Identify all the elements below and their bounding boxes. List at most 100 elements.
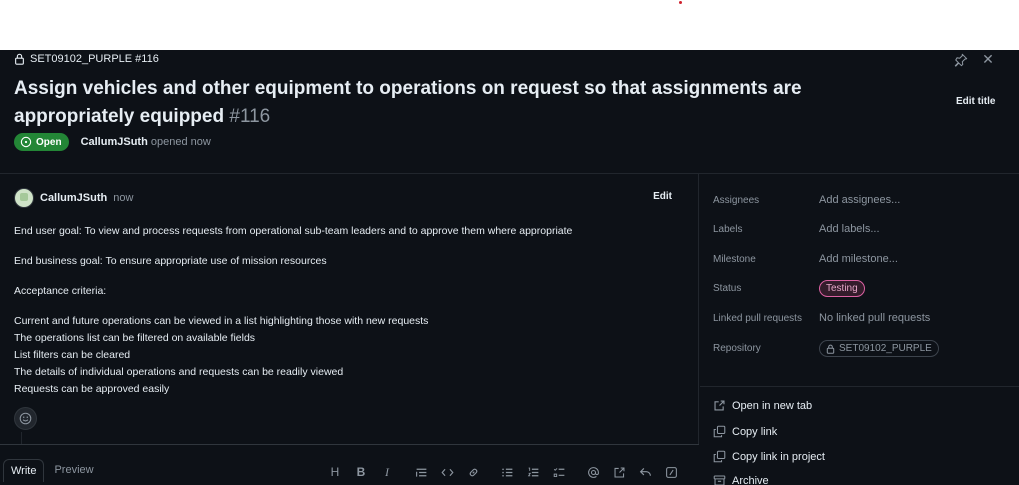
issue-main: CallumJSuth now Edit End user goal: To v…	[0, 174, 699, 485]
issue-panel: SET09102_PURPLE #116 ✕ Assign vehicles a…	[0, 50, 1019, 485]
tab-write[interactable]: Write	[3, 459, 45, 482]
status-field[interactable]: Status Testing	[713, 280, 865, 297]
repository-pill[interactable]: SET09102_PURPLE	[819, 340, 939, 357]
avatar[interactable]	[14, 188, 34, 208]
lock-icon	[826, 344, 835, 354]
repository-field[interactable]: Repository SET09102_PURPLE	[713, 340, 939, 357]
issue-open-icon	[20, 136, 32, 148]
opened-by: CallumJSuth opened now	[81, 136, 211, 148]
sidebar-divider	[700, 386, 1019, 387]
criteria-item: The operations list can be filtered on a…	[14, 332, 256, 344]
issue-author[interactable]: CallumJSuth	[81, 136, 148, 148]
assignees-value[interactable]: Add assignees...	[819, 194, 900, 206]
bulleted-list-icon	[501, 467, 512, 477]
assignees-label: Assignees	[713, 194, 760, 206]
reference-button[interactable]	[606, 464, 632, 480]
copy-link-label: Copy link	[732, 425, 778, 438]
quote-button[interactable]	[408, 464, 434, 480]
body-paragraph: Acceptance criteria:	[14, 285, 107, 297]
status-pill[interactable]: Testing	[819, 280, 865, 297]
archive-icon	[713, 475, 726, 485]
code-button[interactable]	[434, 464, 460, 480]
labels-value[interactable]: Add labels...	[819, 223, 880, 235]
issue-header: SET09102_PURPLE #116 ✕ Assign vehicles a…	[0, 50, 1019, 174]
copy-icon	[713, 425, 726, 438]
indicator-dot	[679, 1, 682, 4]
milestone-value[interactable]: Add milestone...	[819, 253, 898, 265]
repo-reference-text: SET09102_PURPLE #116	[30, 53, 159, 65]
slash-commands-button[interactable]	[658, 464, 684, 480]
external-link-icon	[714, 400, 725, 411]
comment-author[interactable]: CallumJSuth	[40, 192, 107, 204]
numbered-list-button[interactable]	[520, 464, 546, 480]
assignees-field[interactable]: Assignees Add assignees...	[713, 194, 900, 206]
bold-icon: B	[356, 465, 366, 479]
repository-value: SET09102_PURPLE	[839, 343, 932, 354]
bold-button[interactable]: B	[348, 464, 374, 480]
copy-link-in-project-label: Copy link in project	[732, 450, 825, 463]
opened-text: opened now	[150, 136, 211, 148]
lock-icon	[15, 53, 24, 65]
body-paragraph: End user goal: To view and process reque…	[14, 225, 573, 237]
status-label: Status	[713, 283, 742, 294]
add-reaction-button[interactable]	[14, 407, 37, 430]
state-badge: Open	[14, 133, 69, 151]
comment-body: End user goal: To view and process reque…	[14, 223, 684, 398]
quote-icon	[415, 468, 426, 477]
criteria-item: List filters can be cleared	[14, 349, 131, 361]
editor-tabs: Write Preview	[0, 459, 104, 482]
close-icon[interactable]: ✕	[981, 52, 995, 66]
criteria-item: The details of individual operations and…	[14, 366, 344, 378]
comment-time: now	[113, 192, 134, 204]
heading-button[interactable]: H	[322, 464, 348, 480]
saved-replies-button[interactable]	[632, 464, 658, 480]
labels-field[interactable]: Labels Add labels...	[713, 223, 880, 235]
italic-button[interactable]: I	[374, 464, 400, 480]
edit-title-button[interactable]: Edit title	[956, 96, 995, 107]
issue-title-text: Assign vehicles and other equipment to o…	[14, 78, 802, 127]
comment-editor: Write Preview H B I	[0, 444, 699, 485]
issue-title: Assign vehicles and other equipment to o…	[14, 75, 914, 131]
comment-header: CallumJSuth now Edit	[14, 188, 684, 208]
repo-reference[interactable]: SET09102_PURPLE #116	[14, 53, 159, 65]
milestone-label: Milestone	[713, 253, 756, 265]
linked-pr-value: No linked pull requests	[819, 312, 931, 324]
link-button[interactable]	[460, 464, 486, 480]
open-in-new-tab-action[interactable]: Open in new tab	[713, 399, 812, 412]
mention-button[interactable]	[580, 464, 606, 480]
linked-pr-field[interactable]: Linked pull requests No linked pull requ…	[713, 312, 930, 324]
linked-pr-label: Linked pull requests	[713, 312, 802, 324]
task-list-button[interactable]	[546, 464, 572, 480]
bulleted-list-button[interactable]	[494, 464, 520, 480]
markdown-toolbar: H B I	[322, 464, 684, 480]
issue-sidebar: Assignees Add assignees... Labels Add la…	[700, 174, 1019, 485]
slash-icon	[665, 466, 677, 478]
code-icon	[440, 468, 454, 476]
numbered-list-icon	[527, 467, 538, 476]
task-list-icon	[553, 467, 564, 477]
criteria-item: Requests can be approved easily	[14, 383, 170, 395]
repository-label: Repository	[713, 343, 761, 354]
copy-link-action[interactable]: Copy link	[713, 425, 777, 438]
page-top-strip	[0, 0, 1019, 50]
open-in-new-tab-label: Open in new tab	[732, 399, 813, 412]
smiley-icon	[19, 412, 32, 425]
copy-link-in-project-action[interactable]: Copy link in project	[713, 450, 825, 463]
cross-reference-icon	[614, 467, 624, 477]
pin-icon[interactable]	[954, 53, 968, 67]
issue-meta: Open CallumJSuth opened now	[14, 133, 211, 151]
mention-icon	[587, 466, 599, 478]
archive-label: Archive	[732, 474, 769, 485]
issue-number: #116	[229, 106, 271, 127]
milestone-field[interactable]: Milestone Add milestone...	[713, 253, 898, 265]
copy-icon	[713, 450, 726, 463]
tab-preview[interactable]: Preview	[44, 459, 103, 482]
edit-comment-button[interactable]: Edit	[653, 191, 672, 202]
labels-label: Labels	[713, 223, 743, 235]
link-icon	[469, 468, 477, 476]
criteria-item: Current and future operations can be vie…	[14, 315, 429, 327]
italic-icon: I	[385, 464, 389, 479]
heading-icon: H	[330, 465, 340, 479]
state-label: Open	[36, 136, 62, 148]
archive-action[interactable]: Archive	[713, 474, 769, 485]
